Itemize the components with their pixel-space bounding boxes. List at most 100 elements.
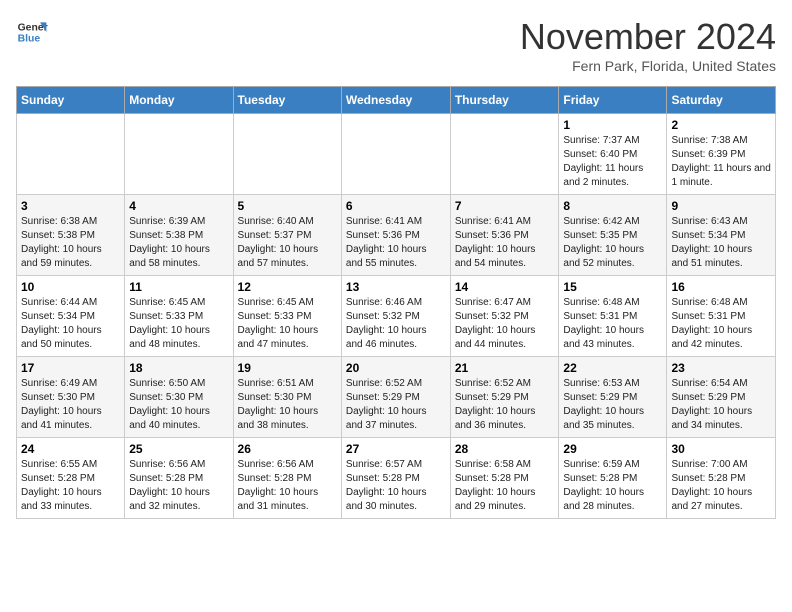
day-info: Sunrise: 6:41 AM Sunset: 5:36 PM Dayligh…: [346, 215, 446, 271]
calendar-cell: 4 Sunrise: 6:39 AM Sunset: 5:38 PM Daylig…: [125, 195, 233, 276]
weekday-header: Saturday: [667, 87, 776, 114]
calendar-cell: 20Sunrise: 6:52 AM Sunset: 5:29 PM Dayli…: [341, 357, 450, 438]
day-info: Sunrise: 6:51 AM Sunset: 5:30 PM Dayligh…: [238, 377, 337, 433]
calendar-week-row: 17Sunrise: 6:49 AM Sunset: 5:30 PM Dayli…: [17, 357, 776, 438]
calendar-cell: 22 Sunrise: 6:53 AM Sunset: 5:29 PM Dayli…: [559, 357, 667, 438]
location: Fern Park, Florida, United States: [520, 58, 776, 74]
day-number: 14: [455, 280, 555, 294]
calendar-cell: 12 Sunrise: 6:45 AM Sunset: 5:33 PM Dayli…: [233, 276, 341, 357]
day-info: Sunrise: 6:52 AM Sunset: 5:29 PM Dayligh…: [455, 377, 555, 433]
day-number: 22: [563, 361, 662, 375]
day-info: Sunrise: 6:38 AM Sunset: 5:38 PM Dayligh…: [21, 215, 120, 271]
calendar-cell: 27Sunrise: 6:57 AM Sunset: 5:28 PM Dayli…: [341, 438, 450, 519]
weekday-header: Tuesday: [233, 87, 341, 114]
day-number: 1: [563, 118, 662, 132]
day-info: Sunrise: 6:55 AM Sunset: 5:28 PM Dayligh…: [21, 458, 120, 514]
day-info: Sunrise: 6:45 AM Sunset: 5:33 PM Dayligh…: [238, 296, 337, 352]
calendar-cell: 18Sunrise: 6:50 AM Sunset: 5:30 PM Dayli…: [125, 357, 233, 438]
day-number: 28: [455, 442, 555, 456]
calendar-cell: 7 Sunrise: 6:41 AM Sunset: 5:36 PM Daylig…: [450, 195, 559, 276]
weekday-row: SundayMondayTuesdayWednesdayThursdayFrid…: [17, 87, 776, 114]
calendar-cell: [17, 114, 125, 195]
day-info: Sunrise: 6:40 AM Sunset: 5:37 PM Dayligh…: [238, 215, 337, 271]
weekday-header: Wednesday: [341, 87, 450, 114]
day-info: Sunrise: 6:47 AM Sunset: 5:32 PM Dayligh…: [455, 296, 555, 352]
day-number: 23: [671, 361, 771, 375]
day-info: Sunrise: 6:45 AM Sunset: 5:33 PM Dayligh…: [129, 296, 228, 352]
day-info: Sunrise: 6:49 AM Sunset: 5:30 PM Dayligh…: [21, 377, 120, 433]
day-number: 13: [346, 280, 446, 294]
logo: General Blue: [16, 16, 48, 48]
calendar-cell: 30Sunrise: 7:00 AM Sunset: 5:28 PM Dayli…: [667, 438, 776, 519]
day-info: Sunrise: 6:54 AM Sunset: 5:29 PM Dayligh…: [671, 377, 771, 433]
calendar-cell: 1Sunrise: 7:37 AM Sunset: 6:40 PM Daylig…: [559, 114, 667, 195]
day-info: Sunrise: 6:59 AM Sunset: 5:28 PM Dayligh…: [563, 458, 662, 514]
day-info: Sunrise: 6:53 AM Sunset: 5:29 PM Dayligh…: [563, 377, 662, 433]
day-number: 10: [21, 280, 120, 294]
day-number: 7: [455, 199, 555, 213]
calendar-cell: [341, 114, 450, 195]
calendar-cell: 23 Sunrise: 6:54 AM Sunset: 5:29 PM Dayli…: [667, 357, 776, 438]
weekday-header: Monday: [125, 87, 233, 114]
calendar-cell: 19 Sunrise: 6:51 AM Sunset: 5:30 PM Dayli…: [233, 357, 341, 438]
calendar-cell: 15 Sunrise: 6:48 AM Sunset: 5:31 PM Dayli…: [559, 276, 667, 357]
calendar-cell: 10 Sunrise: 6:44 AM Sunset: 5:34 PM Dayli…: [17, 276, 125, 357]
day-number: 25: [129, 442, 228, 456]
day-info: Sunrise: 6:48 AM Sunset: 5:31 PM Dayligh…: [671, 296, 771, 352]
weekday-header: Friday: [559, 87, 667, 114]
calendar-cell: 3 Sunrise: 6:38 AM Sunset: 5:38 PM Daylig…: [17, 195, 125, 276]
day-number: 12: [238, 280, 337, 294]
day-number: 21: [455, 361, 555, 375]
calendar: SundayMondayTuesdayWednesdayThursdayFrid…: [16, 86, 776, 519]
title-block: November 2024 Fern Park, Florida, United…: [520, 16, 776, 74]
day-info: Sunrise: 6:56 AM Sunset: 5:28 PM Dayligh…: [129, 458, 228, 514]
calendar-cell: [125, 114, 233, 195]
calendar-cell: 6 Sunrise: 6:41 AM Sunset: 5:36 PM Daylig…: [341, 195, 450, 276]
day-number: 29: [563, 442, 662, 456]
day-number: 4: [129, 199, 228, 213]
day-number: 6: [346, 199, 446, 213]
calendar-cell: 11Sunrise: 6:45 AM Sunset: 5:33 PM Dayli…: [125, 276, 233, 357]
day-info: Sunrise: 6:52 AM Sunset: 5:29 PM Dayligh…: [346, 377, 446, 433]
day-info: Sunrise: 6:44 AM Sunset: 5:34 PM Dayligh…: [21, 296, 120, 352]
weekday-header: Sunday: [17, 87, 125, 114]
day-number: 26: [238, 442, 337, 456]
day-number: 15: [563, 280, 662, 294]
day-info: Sunrise: 6:48 AM Sunset: 5:31 PM Dayligh…: [563, 296, 662, 352]
calendar-cell: 5Sunrise: 6:40 AM Sunset: 5:37 PM Daylig…: [233, 195, 341, 276]
calendar-cell: 17Sunrise: 6:49 AM Sunset: 5:30 PM Dayli…: [17, 357, 125, 438]
calendar-cell: 14 Sunrise: 6:47 AM Sunset: 5:32 PM Dayli…: [450, 276, 559, 357]
calendar-cell: 9Sunrise: 6:43 AM Sunset: 5:34 PM Daylig…: [667, 195, 776, 276]
day-info: Sunrise: 6:42 AM Sunset: 5:35 PM Dayligh…: [563, 215, 662, 271]
logo-icon: General Blue: [16, 16, 48, 48]
day-number: 2: [671, 118, 771, 132]
day-info: Sunrise: 6:41 AM Sunset: 5:36 PM Dayligh…: [455, 215, 555, 271]
day-info: Sunrise: 6:56 AM Sunset: 5:28 PM Dayligh…: [238, 458, 337, 514]
day-info: Sunrise: 6:58 AM Sunset: 5:28 PM Dayligh…: [455, 458, 555, 514]
calendar-cell: 2 Sunrise: 7:38 AM Sunset: 6:39 PM Daylig…: [667, 114, 776, 195]
day-info: Sunrise: 6:43 AM Sunset: 5:34 PM Dayligh…: [671, 215, 771, 271]
calendar-cell: 28 Sunrise: 6:58 AM Sunset: 5:28 PM Dayli…: [450, 438, 559, 519]
calendar-cell: 8Sunrise: 6:42 AM Sunset: 5:35 PM Daylig…: [559, 195, 667, 276]
calendar-header: SundayMondayTuesdayWednesdayThursdayFrid…: [17, 87, 776, 114]
day-info: Sunrise: 6:39 AM Sunset: 5:38 PM Dayligh…: [129, 215, 228, 271]
calendar-cell: 26 Sunrise: 6:56 AM Sunset: 5:28 PM Dayli…: [233, 438, 341, 519]
day-info: Sunrise: 7:38 AM Sunset: 6:39 PM Dayligh…: [671, 134, 771, 190]
calendar-week-row: 10 Sunrise: 6:44 AM Sunset: 5:34 PM Dayli…: [17, 276, 776, 357]
day-info: Sunrise: 6:46 AM Sunset: 5:32 PM Dayligh…: [346, 296, 446, 352]
calendar-week-row: 1Sunrise: 7:37 AM Sunset: 6:40 PM Daylig…: [17, 114, 776, 195]
weekday-header: Thursday: [450, 87, 559, 114]
month-title: November 2024: [520, 16, 776, 58]
calendar-week-row: 24Sunrise: 6:55 AM Sunset: 5:28 PM Dayli…: [17, 438, 776, 519]
calendar-cell: 29 Sunrise: 6:59 AM Sunset: 5:28 PM Dayli…: [559, 438, 667, 519]
svg-text:Blue: Blue: [18, 34, 41, 45]
day-info: Sunrise: 7:00 AM Sunset: 5:28 PM Dayligh…: [671, 458, 771, 514]
calendar-cell: 13 Sunrise: 6:46 AM Sunset: 5:32 PM Dayli…: [341, 276, 450, 357]
day-number: 16: [671, 280, 771, 294]
day-info: Sunrise: 6:57 AM Sunset: 5:28 PM Dayligh…: [346, 458, 446, 514]
day-number: 19: [238, 361, 337, 375]
calendar-cell: [450, 114, 559, 195]
page-header: General Blue November 2024 Fern Park, Fl…: [16, 16, 776, 74]
calendar-cell: 16 Sunrise: 6:48 AM Sunset: 5:31 PM Dayli…: [667, 276, 776, 357]
day-number: 3: [21, 199, 120, 213]
